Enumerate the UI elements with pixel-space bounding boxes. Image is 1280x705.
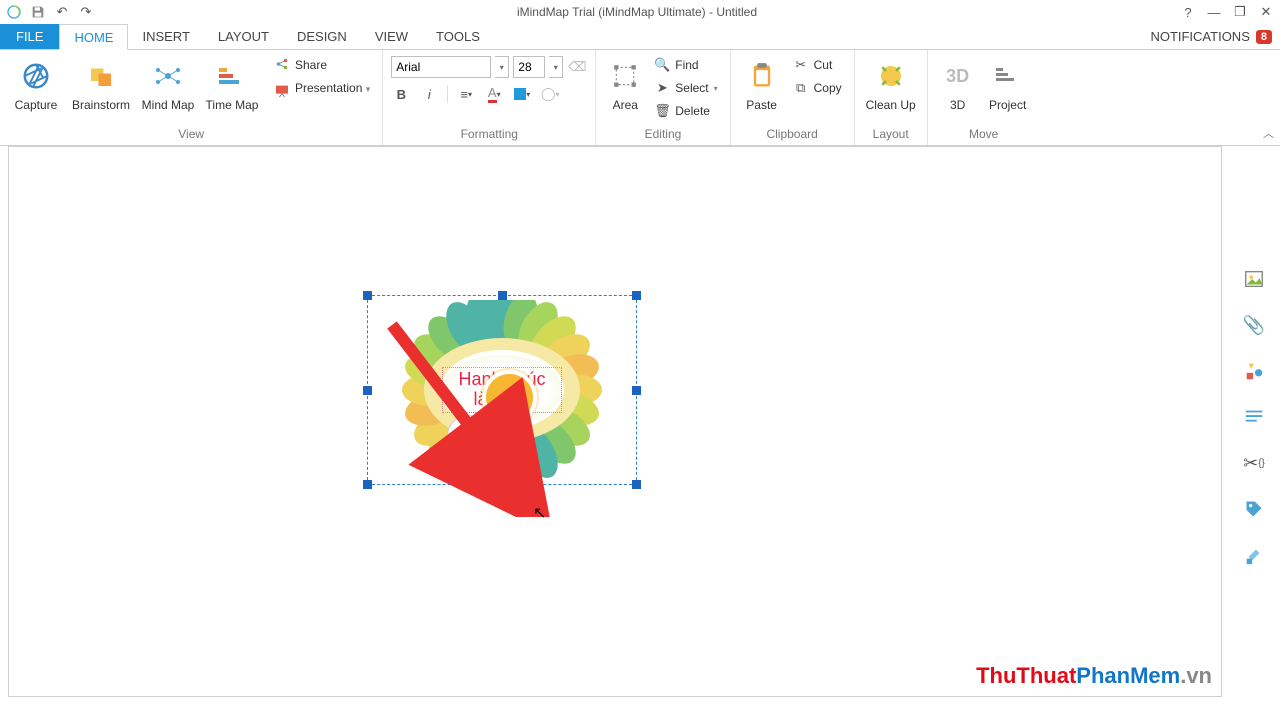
cursor-icon: ↖: [533, 503, 546, 523]
search-icon: 🔍: [654, 57, 670, 73]
area-button[interactable]: Area: [604, 54, 646, 114]
clipboard-icon: [748, 56, 776, 96]
project-icon: [994, 56, 1022, 96]
ribbon-group-editing: Area 🔍Find ➤Select ▾ 🗑Delete Editing: [596, 50, 730, 145]
watermark: ThuThuatPhanMem.vn: [976, 663, 1212, 689]
tab-tools[interactable]: TOOLS: [422, 24, 494, 49]
capture-button[interactable]: Capture: [8, 54, 64, 114]
copy-button[interactable]: ⧉Copy: [789, 77, 846, 99]
align-button[interactable]: ≡▾: [456, 84, 476, 104]
font-select[interactable]: [391, 56, 491, 78]
size-dropdown-icon[interactable]: ▾: [549, 56, 563, 78]
undo-icon[interactable]: ↶: [54, 4, 70, 20]
delete-button[interactable]: 🗑Delete: [650, 100, 721, 122]
resize-handle[interactable]: [363, 291, 372, 300]
mindmap-button[interactable]: Mind Map: [138, 54, 198, 114]
ribbon-group-layout: Clean Up Layout: [855, 50, 928, 145]
snippet-tool[interactable]: ✂{}: [1240, 449, 1268, 477]
brainstorm-button[interactable]: Brainstorm: [68, 54, 134, 114]
notes-tool[interactable]: [1240, 403, 1268, 431]
tab-file[interactable]: FILE: [0, 24, 59, 49]
share-icon: [274, 57, 290, 74]
collapse-ribbon-icon[interactable]: ︿: [1263, 125, 1274, 141]
side-toolbar: 📎 ✂{}: [1234, 265, 1274, 569]
help-icon[interactable]: ?: [1180, 4, 1196, 20]
notifications-badge: 8: [1256, 30, 1272, 44]
font-color-button[interactable]: A▾: [484, 84, 504, 104]
notifications[interactable]: NOTIFICATIONS 8: [1150, 24, 1280, 49]
timemap-button[interactable]: Time Map: [202, 54, 262, 114]
ribbon-group-formatting: ▾ ▾ ⌫ B i ≡▾ A▾ ▾ ◯▾ Formatting: [383, 50, 596, 145]
shapes-tool[interactable]: [1240, 357, 1268, 385]
aperture-icon: [21, 56, 51, 96]
clear-format-button[interactable]: ⌫: [567, 57, 587, 77]
share-button[interactable]: Share: [270, 54, 374, 76]
presentation-button[interactable]: Presentation ▾: [270, 77, 374, 121]
area-icon: [612, 56, 638, 96]
bold-button[interactable]: B: [391, 84, 411, 104]
restore-icon[interactable]: ❐: [1232, 4, 1248, 20]
close-icon[interactable]: ✕: [1258, 4, 1274, 20]
sticky-notes-icon: [86, 56, 116, 96]
resize-handle[interactable]: [498, 291, 507, 300]
tab-design[interactable]: DESIGN: [283, 24, 361, 49]
project-button[interactable]: Project: [984, 54, 1032, 114]
copy-icon: ⧉: [793, 80, 809, 96]
font-dropdown-icon[interactable]: ▾: [495, 56, 509, 78]
cleanup-button[interactable]: Clean Up: [863, 54, 919, 114]
cursor-icon: ➤: [654, 80, 670, 96]
title-bar: ↶ ↷ iMindMap Trial (iMindMap Ultimate) -…: [0, 0, 1280, 24]
resize-handle[interactable]: [363, 480, 372, 489]
size-select[interactable]: [513, 56, 545, 78]
tag-tool[interactable]: [1240, 495, 1268, 523]
attachment-tool[interactable]: 📎: [1240, 311, 1268, 339]
tab-insert[interactable]: INSERT: [128, 24, 203, 49]
resize-handle[interactable]: [632, 386, 641, 395]
cleanup-icon: [876, 56, 906, 96]
tab-home[interactable]: HOME: [59, 24, 128, 50]
highlight-button[interactable]: ▾: [512, 84, 532, 104]
tab-layout[interactable]: LAYOUT: [204, 24, 283, 49]
image-tool[interactable]: [1240, 265, 1268, 293]
menu-bar: FILE HOME INSERT LAYOUT DESIGN VIEW TOOL…: [0, 24, 1280, 50]
mindmap-icon: [152, 56, 184, 96]
ribbon-group-move: 3D 3D Project Move: [928, 50, 1040, 145]
three-d-icon: 3D: [946, 56, 969, 96]
ribbon-group-clipboard: Paste ✂Cut ⧉Copy Clipboard: [731, 50, 855, 145]
select-button[interactable]: ➤Select ▾: [650, 77, 721, 99]
three-d-button[interactable]: 3D 3D: [936, 54, 980, 114]
find-button[interactable]: 🔍Find: [650, 54, 721, 76]
notifications-label: NOTIFICATIONS: [1150, 29, 1249, 44]
format-painter-tool[interactable]: [1240, 541, 1268, 569]
ribbon-group-view: Capture Brainstorm Mind Map Time Map Sh: [0, 50, 383, 145]
tab-view[interactable]: VIEW: [361, 24, 422, 49]
ribbon: Capture Brainstorm Mind Map Time Map Sh: [0, 50, 1280, 146]
shape-fill-button[interactable]: ◯▾: [540, 84, 560, 104]
italic-button[interactable]: i: [419, 84, 439, 104]
minimize-icon[interactable]: —: [1206, 4, 1222, 20]
presentation-icon: [274, 83, 290, 102]
canvas[interactable]: Hanh phúc là lagi? ✏️ ↖: [8, 146, 1222, 697]
app-icon: [6, 4, 22, 20]
resize-handle[interactable]: [632, 291, 641, 300]
cut-button[interactable]: ✂Cut: [789, 54, 846, 76]
annotation-arrow: [384, 317, 554, 517]
resize-handle[interactable]: [632, 480, 641, 489]
scissors-icon: ✂: [793, 57, 809, 73]
resize-handle[interactable]: [363, 386, 372, 395]
redo-icon[interactable]: ↷: [78, 4, 94, 20]
timemap-icon: [216, 56, 248, 96]
save-icon[interactable]: [30, 4, 46, 20]
window-title: iMindMap Trial (iMindMap Ultimate) - Unt…: [94, 5, 1180, 19]
paste-button[interactable]: Paste: [739, 54, 785, 114]
trash-icon: 🗑: [654, 103, 670, 119]
